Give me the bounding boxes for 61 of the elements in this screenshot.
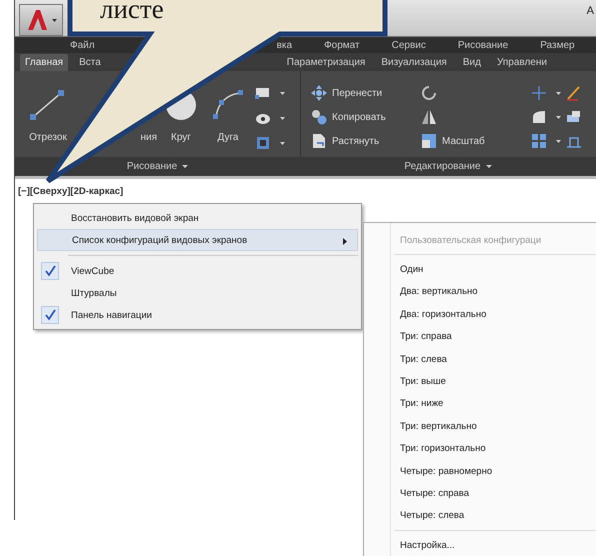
tool-button[interactable]: Отрезок	[29, 132, 67, 143]
ribbon-tab[interactable]: Вид	[458, 54, 486, 71]
logo-icon	[25, 8, 49, 32]
arc-icon	[211, 88, 245, 122]
caret-icon	[182, 165, 188, 168]
array-icon	[531, 133, 547, 149]
tool-button[interactable]: Перенести	[332, 88, 382, 98]
menu-item[interactable]: вка	[276, 40, 292, 50]
caret-icon	[52, 18, 57, 22]
move-icon	[311, 85, 327, 101]
tool-button[interactable]: Круг	[171, 132, 191, 143]
menu-item[interactable]: Три: справа	[364, 326, 596, 348]
menu-item[interactable]: Сервис	[392, 40, 426, 50]
caret-icon	[486, 165, 492, 168]
ribbon-tab[interactable]: Главная	[20, 54, 68, 71]
mirror-icon	[421, 109, 437, 125]
menu-item[interactable]: Четыре: справа	[364, 482, 596, 505]
panel-title[interactable]: Редактирование	[404, 161, 481, 172]
callout-text: листе	[100, 0, 164, 25]
menu-item[interactable]: Список конфигураций видовых экранов	[37, 229, 358, 251]
menu-item[interactable]: Три: ниже	[364, 392, 596, 416]
ribbon-tab[interactable]: Вста	[74, 54, 106, 71]
menu-item[interactable]: Три: выше	[364, 370, 596, 393]
ribbon-tab[interactable]: Параметризация	[282, 54, 370, 71]
tool-button[interactable]: Дуга	[218, 132, 238, 143]
caret-icon	[280, 92, 285, 94]
menu-item[interactable]: Два: вертикально	[364, 280, 596, 304]
copy-icon	[311, 109, 327, 125]
menu-item[interactable]: ViewCube	[37, 260, 358, 282]
caret-icon	[280, 116, 285, 120]
menu-item[interactable]: Панель навигации	[37, 304, 358, 326]
ribbon-tab[interactable]: Визуализация	[376, 54, 452, 71]
menu-item[interactable]: Формат	[324, 40, 360, 50]
application-button[interactable]	[19, 4, 63, 36]
menu-item[interactable]: Штурвалы	[37, 282, 358, 304]
menu-item[interactable]: Четыре: равномерно	[364, 460, 596, 482]
menu-item[interactable]: Три: горизонтально	[364, 438, 596, 460]
panel-title[interactable]: Рисование	[126, 161, 178, 172]
menu-item[interactable]: Восстановить видовой экран	[37, 207, 358, 229]
menu-item[interactable]: Настройка...	[364, 534, 596, 556]
caret-icon	[556, 116, 561, 118]
caret-icon	[556, 92, 561, 94]
ribbon-tab[interactable]: Управлени	[492, 54, 552, 71]
menu-item[interactable]: Четыре: слева	[364, 504, 596, 528]
menu-item[interactable]: Рисование	[458, 40, 508, 50]
menu-item[interactable]: Три: вертикально	[364, 415, 596, 438]
title-text: A	[586, 5, 594, 17]
tool-button[interactable]: Копировать	[332, 112, 386, 122]
rectangle-icon	[255, 85, 271, 101]
caret-icon	[556, 140, 561, 142]
tool-button[interactable]: ния	[140, 132, 157, 143]
menu-item[interactable]: Три: слева	[364, 348, 596, 370]
viewport-label[interactable]: [−][Сверху][2D-каркас]	[18, 186, 124, 197]
menu-item[interactable]: Файл	[70, 40, 95, 50]
caret-icon	[280, 142, 285, 144]
menu-item[interactable]: Один	[364, 258, 596, 281]
rotate-icon	[421, 85, 437, 101]
menu-item[interactable]: Два: горизонтально	[364, 303, 596, 326]
tool-button[interactable]: Растянуть	[332, 136, 380, 146]
menu-item[interactable]: Размер	[540, 40, 575, 50]
tool-button[interactable]: Масштаб	[442, 136, 485, 146]
